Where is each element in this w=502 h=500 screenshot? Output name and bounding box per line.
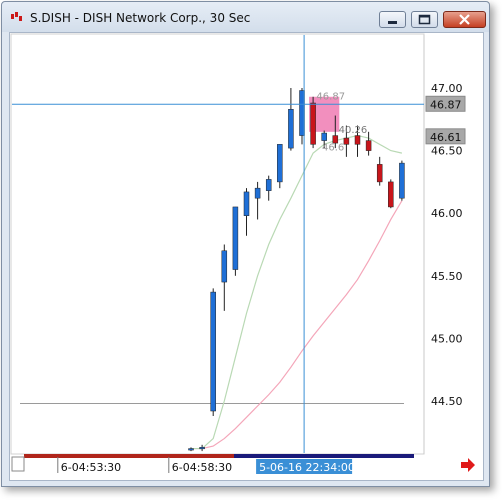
candle-down[interactable] [310, 102, 316, 145]
close-icon [459, 14, 470, 25]
candle-down[interactable] [354, 135, 361, 145]
candle-up[interactable] [188, 448, 194, 451]
time-scroll-bar[interactable] [24, 454, 234, 458]
candle-up[interactable] [221, 250, 228, 283]
candle-up[interactable] [399, 162, 405, 199]
candle-up[interactable] [277, 144, 283, 183]
candle-up[interactable] [243, 191, 250, 216]
candle-up[interactable] [288, 109, 294, 149]
candle-up[interactable] [265, 179, 272, 191]
time-tick-label: 6-04:58:30 [172, 461, 232, 474]
candle-up[interactable] [232, 206, 239, 270]
price-tick-label: 45.00 [431, 332, 463, 345]
candle-down[interactable] [376, 164, 383, 183]
title-bar[interactable]: S.DISH - DISH Network Corp., 30 Sec [2, 2, 489, 32]
candle-down[interactable] [365, 140, 372, 151]
overlay-label: 46.6 [322, 143, 344, 154]
candle-up[interactable] [210, 291, 216, 412]
chart-area[interactable]: 46.87 40.26 46.6 44.50 45.00 45.50 46.00 46.50… [9, 32, 484, 481]
price-tick-label: 45.50 [431, 270, 463, 283]
maximize-icon [418, 14, 431, 25]
time-scroll-box[interactable] [11, 456, 25, 472]
overlay-label: 46.87 [316, 91, 345, 102]
candle-up[interactable] [321, 132, 327, 141]
crosshair-time-label: 5-06-16 22:34:00 [259, 461, 355, 474]
candle-up[interactable] [199, 447, 205, 450]
candle-down[interactable] [388, 181, 394, 208]
maximize-button[interactable] [411, 11, 438, 28]
candle-up[interactable] [254, 187, 261, 199]
price-tick-label: 47.00 [431, 82, 463, 95]
window-title: S.DISH - DISH Network Corp., 30 Sec [30, 11, 251, 25]
minimize-button[interactable] [379, 11, 406, 28]
price-tick-label: 44.50 [431, 395, 463, 408]
minimize-icon [388, 21, 397, 24]
candlestick-chart[interactable]: 46.87 40.26 46.6 44.50 45.00 45.50 46.00 46.50… [10, 33, 483, 480]
price-tick-label: 46.50 [431, 145, 463, 158]
close-button[interactable] [443, 11, 486, 28]
chart-window: S.DISH - DISH Network Corp., 30 Sec 46.8… [1, 1, 490, 487]
candle-down[interactable] [343, 137, 350, 145]
scroll-right-arrow-icon[interactable] [461, 458, 475, 472]
crosshair-price-tag-label: 46.87 [430, 98, 462, 111]
last-price-tag-label: 46.61 [430, 131, 462, 144]
price-tick-label: 46.00 [431, 207, 463, 220]
time-tick-label: 6-04:53:30 [61, 461, 121, 474]
plot-frame [10, 33, 425, 455]
app-chart-icon[interactable] [10, 11, 24, 23]
time-scroll-bar-tail[interactable] [234, 454, 414, 458]
overlay-label: 40.26 [339, 125, 368, 136]
